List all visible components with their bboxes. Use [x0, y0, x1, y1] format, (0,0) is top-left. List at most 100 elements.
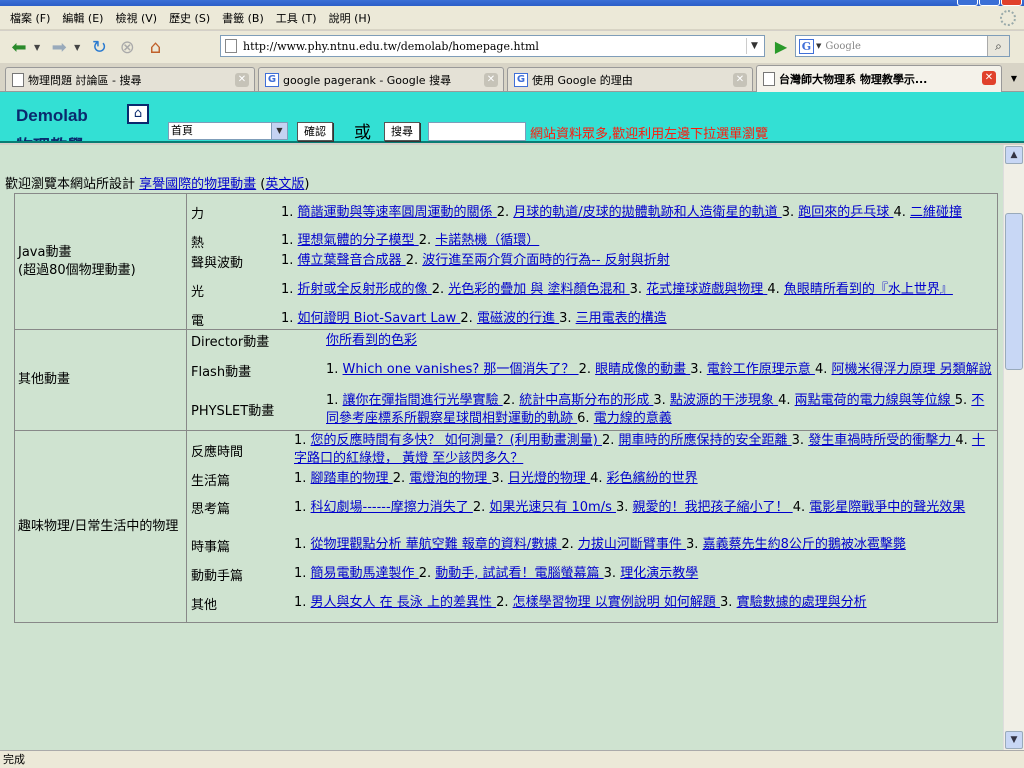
stop-button[interactable]: ⊗: [114, 34, 140, 60]
back-arrow-icon: ⬅: [11, 36, 27, 58]
topic-link[interactable]: 日光燈的物理: [508, 471, 590, 486]
tab-google-reasons[interactable]: G 使用 Google 的理由 ✕: [507, 67, 753, 91]
scroll-up-arrow-icon[interactable]: ▲: [1005, 146, 1023, 164]
topic-link[interactable]: 如何證明 Biot-Savart Law: [298, 311, 461, 326]
all-tabs-dropdown[interactable]: ▼: [1007, 71, 1021, 87]
topic-link[interactable]: 電磁波的行進: [477, 311, 559, 326]
item-number: 1.: [294, 433, 311, 448]
topic-link[interactable]: 卡諾熱機（循環）: [435, 233, 539, 248]
topic-link[interactable]: 阿機米得浮力原理 另類解說: [831, 362, 991, 377]
confirm-button[interactable]: 確認: [297, 122, 333, 141]
section-label: 趣味物理/日常生活中的物理: [15, 431, 187, 622]
google-engine-icon[interactable]: G: [799, 38, 814, 54]
site-logo[interactable]: Demolab: [16, 106, 88, 126]
topic-category: 生活篇: [191, 473, 231, 489]
topic-link[interactable]: 二維碰撞: [910, 205, 962, 220]
item-number: 2.: [496, 204, 514, 220]
search-bar[interactable]: G ▼ Google ⌕: [795, 35, 1010, 57]
topic-link[interactable]: 電燈泡的物理: [409, 471, 491, 486]
topic-link[interactable]: 開車時的所應保持的安全距離: [619, 433, 792, 448]
topic-link[interactable]: 電力線的意義: [594, 411, 672, 426]
topic-link[interactable]: 親愛的！我把孩子縮小了！: [633, 500, 793, 515]
url-text: http://www.phy.ntnu.edu.tw/demolab/homep…: [243, 39, 539, 53]
tab-physics-forum[interactable]: 物理問題 討論區 - 搜尋 ✕: [5, 67, 255, 91]
tab-close-icon[interactable]: ✕: [982, 71, 996, 85]
reload-button[interactable]: ↻: [86, 34, 112, 60]
topic-link[interactable]: 簡易電動馬達製作: [311, 566, 419, 581]
item-number: 2.: [472, 499, 490, 515]
menu-edit[interactable]: 編輯 (E): [56, 10, 109, 26]
home-button[interactable]: ⌂: [142, 34, 168, 60]
search-magnifier-icon[interactable]: ⌕: [987, 36, 1009, 56]
tab-close-icon[interactable]: ✕: [484, 73, 498, 87]
chevron-down-icon[interactable]: ▼: [271, 123, 287, 139]
topic-link[interactable]: 如果光速只有 10m/s: [489, 500, 616, 515]
topic-links: 1. 傅立葉聲音合成器 2. 波行進至兩介質介面時的行為-- 反射與折射: [279, 251, 997, 271]
site-search-input[interactable]: [428, 122, 526, 141]
menu-history[interactable]: 歷史 (S): [163, 10, 216, 26]
topic-link[interactable]: 嘉義蔡先生約8公斤的鵝被冰雹擊斃: [703, 537, 906, 552]
topic-link[interactable]: 統計中高斯分布的形成: [519, 393, 653, 408]
topic-link[interactable]: 跑回來的乒乓球: [798, 205, 893, 220]
topic-link[interactable]: 理化演示教學: [620, 566, 698, 581]
tab-ntnu-physics[interactable]: 台灣師大物理系 物理教學示... ✕: [756, 65, 1002, 92]
topic-link[interactable]: 理想氣體的分子模型: [298, 233, 419, 248]
url-bar[interactable]: http://www.phy.ntnu.edu.tw/demolab/homep…: [220, 35, 765, 57]
vertical-scrollbar[interactable]: ▲ ▼: [1003, 145, 1024, 750]
topic-link[interactable]: 眼睛成像的動畫: [595, 362, 690, 377]
engine-dropdown-icon[interactable]: ▼: [816, 42, 821, 50]
topic-link[interactable]: 動動手, 試試看！電腦螢幕篇: [435, 566, 603, 581]
topic-link[interactable]: Which one vanishes? 那一個消失了？: [343, 362, 579, 377]
topic-link[interactable]: 彩色繽紛的世界: [607, 471, 698, 486]
topic-link[interactable]: 花式撞球遊戲與物理: [646, 282, 767, 297]
topic-link[interactable]: 月球的軌道/皮球的拋體軌跡和人造衛星的軌道: [513, 205, 782, 220]
topic-link[interactable]: 您的反應時間有多快？ 如何測量？(利用動畫測量): [311, 433, 602, 448]
back-button[interactable]: ⬅: [6, 34, 32, 60]
topic-link[interactable]: 傅立葉聲音合成器: [298, 253, 406, 268]
topic-link[interactable]: 折射或全反射形成的像: [298, 282, 432, 297]
menu-view[interactable]: 檢視 (V): [109, 10, 163, 26]
topic-link[interactable]: 男人與女人 在 長泳 上的差異性: [311, 595, 497, 610]
topic-link[interactable]: 實驗數據的處理與分析: [737, 595, 867, 610]
topic-link[interactable]: 三用電表的構造: [576, 311, 667, 326]
topic-link[interactable]: 魚眼睛所看到的『水上世界』: [784, 282, 953, 297]
topic-link[interactable]: 點波源的干涉現象: [670, 393, 778, 408]
menu-help[interactable]: 說明 (H): [323, 10, 377, 26]
url-history-dropdown[interactable]: ▼: [746, 38, 762, 54]
topic-link[interactable]: 科幻劇場------摩擦力消失了: [311, 500, 473, 515]
forward-history-dropdown[interactable]: ▼: [74, 43, 80, 52]
site-nav-select[interactable]: 首頁 ▼: [168, 122, 288, 140]
go-button[interactable]: ▶: [771, 37, 791, 57]
navigation-toolbar: ⬅ ▼ ➡ ▼ ↻ ⊗ ⌂ http://www.phy.ntnu.edu.tw…: [0, 31, 1024, 63]
site-home-icon[interactable]: ⌂: [127, 104, 149, 124]
tab-close-icon[interactable]: ✕: [733, 73, 747, 87]
back-history-dropdown[interactable]: ▼: [34, 43, 40, 52]
search-button[interactable]: 搜尋: [384, 122, 420, 141]
topic-link[interactable]: 電影星際戰爭中的聲光效果: [809, 500, 965, 515]
topic-link[interactable]: 光色彩的疊加 與 塗料顏色混和: [448, 282, 629, 297]
topic-link[interactable]: 簡諧運動與等速率圓周運動的關係: [298, 205, 497, 220]
english-version-link[interactable]: 英文版: [265, 177, 304, 192]
topic-row: 生活篇 1. 腳踏車的物理 2. 電燈泡的物理 3. 日光燈的物理 4. 彩色繽紛…: [187, 469, 997, 489]
topic-link[interactable]: 波行進至兩介質介面時的行為-- 反射與折射: [422, 253, 670, 268]
topic-link[interactable]: 讓你在彈指間進行光學實驗: [343, 393, 503, 408]
topic-link[interactable]: 腳踏車的物理: [311, 471, 393, 486]
topic-link[interactable]: 怎樣學習物理 以實例說明 如何解題: [513, 595, 720, 610]
tab-google-pagerank[interactable]: Ggoogle pagerank - Google 搜尋 ✕: [258, 67, 504, 91]
menu-tools[interactable]: 工具 (T): [270, 10, 323, 26]
topic-link[interactable]: 兩點電荷的電力線與等位線: [795, 393, 955, 408]
tab-bar: 物理問題 討論區 - 搜尋 ✕ Ggoogle pagerank - Googl…: [0, 63, 1024, 92]
reload-icon: ↻: [91, 36, 107, 58]
animations-link[interactable]: 享譽國際的物理動畫: [139, 177, 256, 192]
topic-link[interactable]: 力拔山河斷臂事件: [578, 537, 686, 552]
scroll-thumb[interactable]: [1005, 213, 1023, 370]
topic-link[interactable]: 電鈴工作原理示意: [707, 362, 815, 377]
forward-button[interactable]: ➡: [46, 34, 72, 60]
topic-link[interactable]: 你所看到的色彩: [326, 333, 417, 348]
scroll-down-arrow-icon[interactable]: ▼: [1005, 731, 1023, 749]
menu-file[interactable]: 檔案 (F): [4, 10, 56, 26]
topic-link[interactable]: 發生車禍時所受的衝擊力: [808, 433, 955, 448]
tab-close-icon[interactable]: ✕: [235, 73, 249, 87]
menu-bookmarks[interactable]: 書籤 (B): [216, 10, 270, 26]
topic-link[interactable]: 從物理觀點分析 華航空難 報章的資料/數據: [311, 537, 562, 552]
